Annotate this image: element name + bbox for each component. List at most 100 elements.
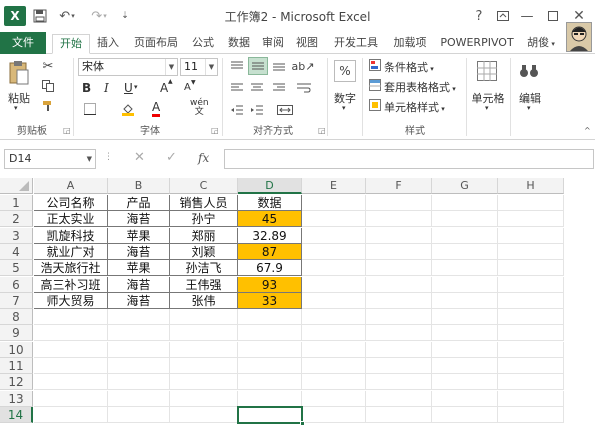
cell[interactable] bbox=[432, 260, 498, 277]
cut-icon[interactable]: ✂ bbox=[40, 58, 56, 74]
paste-button[interactable]: 粘贴 bbox=[4, 90, 34, 106]
tab-page-layout[interactable]: 页面布局 bbox=[128, 34, 184, 54]
cell[interactable] bbox=[170, 325, 238, 342]
cell[interactable] bbox=[498, 260, 564, 277]
table-cell[interactable]: 凯旋科技 bbox=[34, 227, 108, 244]
table-cell[interactable]: 王伟强 bbox=[170, 276, 238, 293]
cell[interactable] bbox=[170, 341, 238, 358]
undo-icon[interactable]: ↶ ▾ bbox=[56, 6, 78, 26]
table-header-cell[interactable]: 数据 bbox=[238, 195, 302, 211]
cell[interactable] bbox=[432, 325, 498, 342]
cell[interactable] bbox=[34, 374, 108, 391]
column-header-h[interactable]: H bbox=[498, 178, 564, 194]
cell[interactable] bbox=[108, 325, 170, 342]
cell[interactable] bbox=[34, 325, 108, 342]
table-cell[interactable]: 67.9 bbox=[238, 260, 302, 277]
cell[interactable] bbox=[238, 309, 302, 326]
table-cell[interactable]: 浩天旅行社 bbox=[34, 260, 108, 277]
bold-button[interactable]: B bbox=[82, 81, 91, 95]
cell[interactable] bbox=[108, 309, 170, 326]
row-header-2[interactable]: 2 bbox=[0, 211, 33, 228]
clipboard-launcher-icon[interactable]: ◲ bbox=[63, 126, 71, 135]
cell[interactable] bbox=[302, 358, 366, 374]
cell[interactable] bbox=[108, 390, 170, 407]
cell[interactable] bbox=[498, 195, 564, 211]
alignment-launcher-icon[interactable]: ◲ bbox=[318, 126, 326, 135]
cell[interactable] bbox=[366, 195, 432, 211]
cell[interactable] bbox=[366, 227, 432, 244]
underline-dropdown-icon[interactable]: ▾ bbox=[134, 83, 138, 91]
copy-icon[interactable] bbox=[40, 78, 56, 94]
cell[interactable] bbox=[366, 292, 432, 309]
cell[interactable] bbox=[366, 358, 432, 374]
cancel-entry-icon[interactable]: ✕ bbox=[134, 150, 145, 165]
cell[interactable] bbox=[432, 243, 498, 260]
table-cell[interactable]: 32.89 bbox=[238, 227, 302, 244]
table-cell[interactable]: 海苔 bbox=[108, 276, 170, 293]
cell[interactable] bbox=[366, 260, 432, 277]
cell[interactable] bbox=[170, 309, 238, 326]
table-header-cell[interactable]: 销售人员 bbox=[170, 195, 238, 211]
cell[interactable] bbox=[366, 406, 432, 423]
row-header-5[interactable]: 5 bbox=[0, 260, 33, 277]
tab-powerpivot[interactable]: POWERPIVOT bbox=[436, 34, 518, 54]
cell[interactable] bbox=[366, 341, 432, 358]
cell-style-button[interactable]: 单元格样式 ▾ bbox=[384, 99, 445, 115]
editing-dropdown-icon[interactable]: ▾ bbox=[527, 104, 531, 112]
font-name-combo[interactable]: 宋体 ▼ bbox=[78, 58, 178, 76]
table-cell[interactable]: 海苔 bbox=[108, 243, 170, 260]
tab-file[interactable]: 文件 bbox=[0, 32, 46, 54]
table-cell[interactable]: 孙洁飞 bbox=[170, 260, 238, 277]
table-format-button[interactable]: 套用表格格式 ▾ bbox=[384, 79, 456, 95]
font-launcher-icon[interactable]: ◲ bbox=[211, 126, 219, 135]
user-account[interactable]: 胡俊 ▾ bbox=[524, 34, 558, 54]
tab-review[interactable]: 审阅 bbox=[258, 34, 288, 54]
cell[interactable] bbox=[302, 406, 366, 423]
cell[interactable] bbox=[170, 358, 238, 374]
table-cell[interactable]: 孙宁 bbox=[170, 211, 238, 228]
cell[interactable] bbox=[366, 390, 432, 407]
format-painter-icon[interactable] bbox=[40, 98, 56, 114]
fill-color-icon[interactable] bbox=[118, 101, 138, 117]
underline-button[interactable]: U bbox=[124, 81, 133, 95]
font-size-combo[interactable]: 11 ▼ bbox=[180, 58, 218, 76]
cell[interactable] bbox=[238, 325, 302, 342]
cell[interactable] bbox=[498, 211, 564, 228]
cell[interactable] bbox=[34, 309, 108, 326]
cell[interactable] bbox=[366, 276, 432, 293]
table-cell[interactable]: 93 bbox=[238, 276, 302, 293]
cell[interactable] bbox=[432, 406, 498, 423]
cell[interactable] bbox=[302, 292, 366, 309]
cell[interactable] bbox=[34, 341, 108, 358]
column-header-e[interactable]: E bbox=[302, 178, 366, 194]
row-header-3[interactable]: 3 bbox=[0, 227, 33, 244]
cell[interactable] bbox=[302, 260, 366, 277]
align-left-icon[interactable] bbox=[228, 80, 246, 96]
cell[interactable] bbox=[498, 243, 564, 260]
formula-bar-handle[interactable]: ⋮ bbox=[104, 152, 113, 162]
table-cell[interactable]: 师大贸易 bbox=[34, 292, 108, 309]
column-header-b[interactable]: B bbox=[108, 178, 170, 194]
paste-dropdown-icon[interactable]: ▾ bbox=[14, 104, 18, 112]
formula-input[interactable] bbox=[224, 149, 594, 169]
cell[interactable] bbox=[108, 341, 170, 358]
cell[interactable] bbox=[302, 341, 366, 358]
tab-developer[interactable]: 开发工具 bbox=[328, 34, 384, 54]
cell[interactable] bbox=[498, 276, 564, 293]
tab-view[interactable]: 视图 bbox=[292, 34, 322, 54]
cell[interactable] bbox=[108, 406, 170, 423]
name-box[interactable]: D14 ▼ bbox=[4, 149, 96, 169]
cell[interactable] bbox=[170, 390, 238, 407]
row-header-14[interactable]: 14 bbox=[0, 406, 33, 423]
cell[interactable] bbox=[432, 358, 498, 374]
increase-indent-icon[interactable] bbox=[248, 102, 266, 118]
row-header-9[interactable]: 9 bbox=[0, 325, 33, 342]
cell[interactable] bbox=[432, 276, 498, 293]
cell[interactable] bbox=[498, 390, 564, 407]
worksheet-grid[interactable]: ABCDEFGH 1 2 3 4 5 6 7 8 9 10 11 12 13 14 公司名称 产品 销售人员数… bbox=[0, 178, 595, 432]
column-header-d[interactable]: D bbox=[238, 178, 302, 194]
align-right-icon[interactable] bbox=[270, 80, 288, 96]
bottom-align-icon[interactable] bbox=[270, 58, 288, 74]
cell[interactable] bbox=[366, 325, 432, 342]
cell[interactable] bbox=[34, 406, 108, 423]
